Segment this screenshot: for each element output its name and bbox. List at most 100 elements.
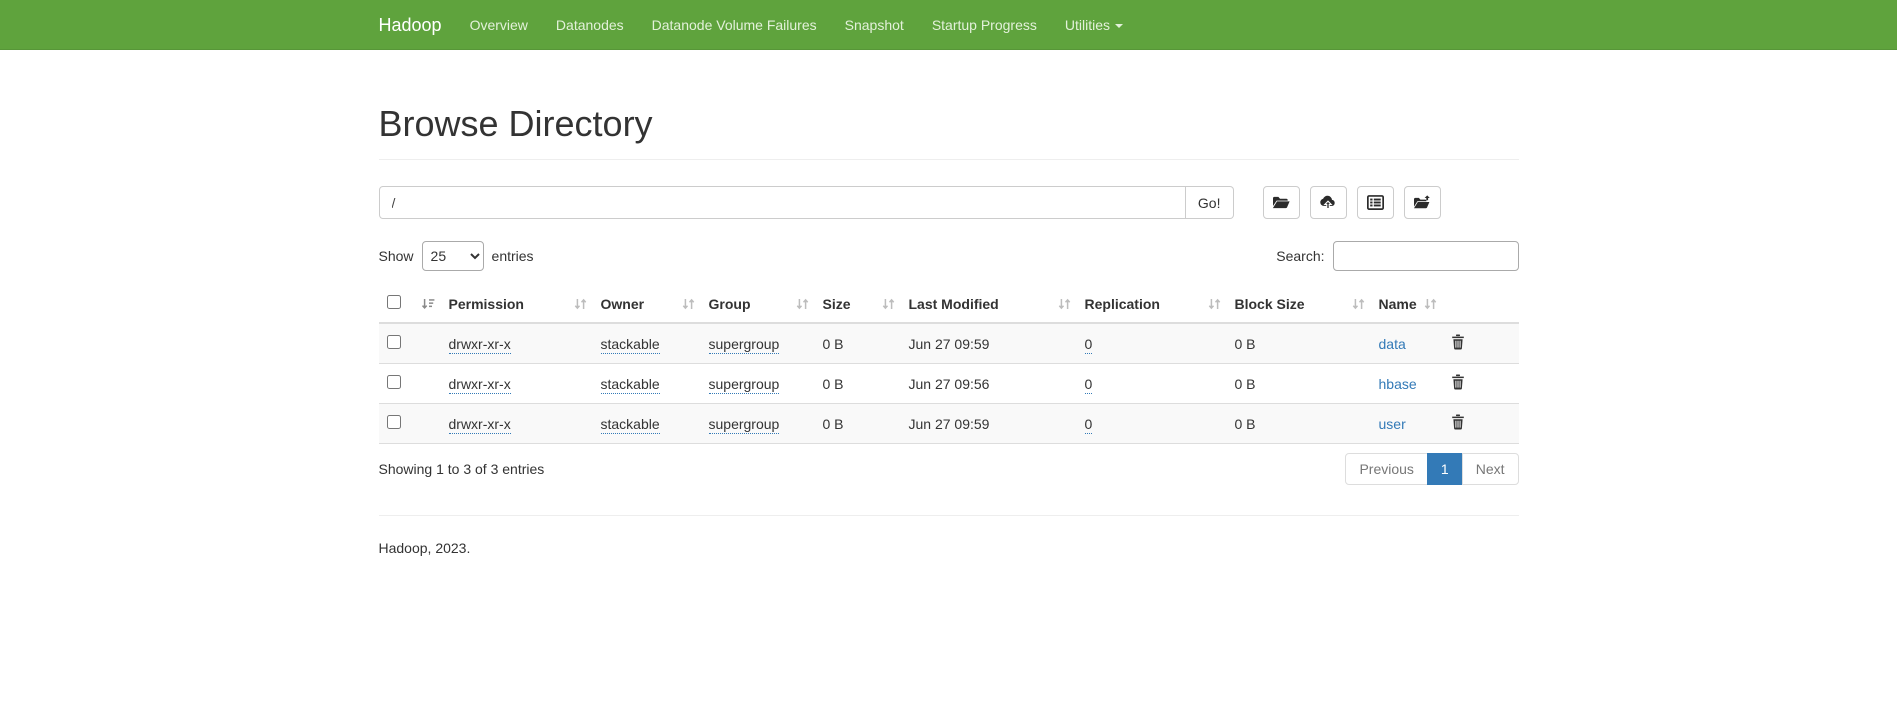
caret-down-icon — [1115, 24, 1123, 28]
nav-overview[interactable]: Overview — [456, 0, 542, 50]
sort-icon[interactable] — [796, 297, 809, 311]
replication-cell[interactable]: 0 — [1085, 376, 1093, 394]
header-group-label: Group — [709, 296, 751, 312]
file-list-button[interactable] — [1357, 186, 1394, 219]
directory-link[interactable]: data — [1379, 336, 1406, 352]
directory-path-input[interactable] — [379, 186, 1186, 219]
path-input-group: Go! — [379, 186, 1234, 219]
table-controls-row: Show 25 entries Search: — [379, 241, 1519, 271]
entries-label: entries — [492, 248, 534, 264]
delete-button[interactable] — [1451, 374, 1465, 390]
top-navbar: Hadoop Overview Datanodes Datanode Volum… — [0, 0, 1897, 50]
pagination: Previous 1 Next — [1346, 453, 1518, 485]
sort-icon[interactable] — [1058, 297, 1071, 311]
header-select-all[interactable] — [379, 285, 441, 323]
table-header-row: Permission Owner Group Size Last Modifie… — [379, 285, 1519, 323]
group-cell[interactable]: supergroup — [709, 336, 780, 354]
owner-cell[interactable]: stackable — [601, 336, 660, 354]
row-checkbox[interactable] — [387, 415, 401, 429]
show-label: Show — [379, 248, 414, 264]
table-search-input[interactable] — [1333, 241, 1519, 271]
table-row: drwxr-xr-x stackable supergroup 0 B Jun … — [379, 404, 1519, 444]
header-name[interactable]: Name — [1371, 285, 1443, 323]
header-size[interactable]: Size — [815, 285, 901, 323]
table-row: drwxr-xr-x stackable supergroup 0 B Jun … — [379, 323, 1519, 364]
owner-cell[interactable]: stackable — [601, 376, 660, 394]
page-length-control: Show 25 entries — [379, 241, 534, 271]
row-checkbox[interactable] — [387, 335, 401, 349]
last-modified-cell: Jun 27 09:59 — [901, 404, 1077, 444]
trash-icon — [1451, 374, 1465, 390]
page-title: Browse Directory — [379, 103, 1519, 145]
permission-cell[interactable]: drwxr-xr-x — [449, 336, 511, 354]
group-cell[interactable]: supergroup — [709, 416, 780, 434]
header-replication[interactable]: Replication — [1077, 285, 1227, 323]
table-info: Showing 1 to 3 of 3 entries — [379, 461, 545, 477]
header-block-size-label: Block Size — [1235, 296, 1305, 312]
sort-icon[interactable] — [682, 297, 695, 311]
group-cell[interactable]: supergroup — [709, 376, 780, 394]
create-directory-button[interactable] — [1263, 186, 1300, 219]
sort-icon[interactable] — [882, 297, 895, 311]
delete-button[interactable] — [1451, 334, 1465, 350]
select-all-checkbox[interactable] — [387, 295, 401, 309]
header-size-label: Size — [823, 296, 851, 312]
header-owner-label: Owner — [601, 296, 645, 312]
page-length-select[interactable]: 25 — [422, 241, 484, 271]
table-footer-row: Showing 1 to 3 of 3 entries Previous 1 N… — [379, 453, 1519, 485]
header-permission-label: Permission — [449, 296, 524, 312]
header-permission[interactable]: Permission — [441, 285, 593, 323]
nav-snapshot[interactable]: Snapshot — [831, 0, 918, 50]
upload-files-button[interactable] — [1310, 186, 1347, 219]
sort-icon[interactable] — [1208, 297, 1221, 311]
header-name-label: Name — [1379, 296, 1417, 312]
size-cell: 0 B — [815, 364, 901, 404]
th-list-icon — [1367, 195, 1384, 210]
pagination-page-1[interactable]: 1 — [1427, 453, 1463, 485]
header-last-modified[interactable]: Last Modified — [901, 285, 1077, 323]
block-size-cell: 0 B — [1227, 364, 1371, 404]
move-button[interactable] — [1404, 186, 1441, 219]
sort-icon[interactable] — [1424, 297, 1437, 311]
delete-button[interactable] — [1451, 414, 1465, 430]
replication-cell[interactable]: 0 — [1085, 336, 1093, 354]
permission-cell[interactable]: drwxr-xr-x — [449, 376, 511, 394]
pagination-previous[interactable]: Previous — [1345, 453, 1427, 485]
directory-listing-table: Permission Owner Group Size Last Modifie… — [379, 285, 1519, 444]
permission-cell[interactable]: drwxr-xr-x — [449, 416, 511, 434]
row-checkbox[interactable] — [387, 375, 401, 389]
sort-icon[interactable] — [574, 297, 587, 311]
sort-icon[interactable] — [1352, 297, 1365, 311]
header-last-modified-label: Last Modified — [909, 296, 999, 312]
nav-startup-progress[interactable]: Startup Progress — [918, 0, 1051, 50]
path-row: Go! — [379, 186, 1519, 219]
pagination-next[interactable]: Next — [1462, 453, 1519, 485]
search-label: Search: — [1276, 248, 1324, 264]
trash-icon — [1451, 334, 1465, 350]
title-divider — [379, 159, 1519, 160]
navbar-items: Overview Datanodes Datanode Volume Failu… — [456, 0, 1137, 50]
footer-divider — [379, 515, 1519, 516]
size-cell: 0 B — [815, 323, 901, 364]
search-control: Search: — [1276, 241, 1518, 271]
brand-link[interactable]: Hadoop — [379, 15, 442, 36]
header-group[interactable]: Group — [701, 285, 815, 323]
trash-icon — [1451, 414, 1465, 430]
nav-datanode-volume-failures[interactable]: Datanode Volume Failures — [638, 0, 831, 50]
table-row: drwxr-xr-x stackable supergroup 0 B Jun … — [379, 364, 1519, 404]
go-button[interactable]: Go! — [1186, 186, 1234, 219]
nav-utilities[interactable]: Utilities — [1051, 0, 1137, 50]
header-owner[interactable]: Owner — [593, 285, 701, 323]
nav-datanodes[interactable]: Datanodes — [542, 0, 638, 50]
folder-move-icon — [1413, 195, 1431, 210]
replication-cell[interactable]: 0 — [1085, 416, 1093, 434]
cloud-upload-icon — [1319, 195, 1337, 210]
last-modified-cell: Jun 27 09:59 — [901, 323, 1077, 364]
directory-link[interactable]: user — [1379, 416, 1406, 432]
header-block-size[interactable]: Block Size — [1227, 285, 1371, 323]
navbar-inner: Hadoop Overview Datanodes Datanode Volum… — [364, 0, 1534, 50]
directory-link[interactable]: hbase — [1379, 376, 1417, 392]
sort-amount-icon[interactable] — [421, 297, 435, 311]
block-size-cell: 0 B — [1227, 404, 1371, 444]
owner-cell[interactable]: stackable — [601, 416, 660, 434]
